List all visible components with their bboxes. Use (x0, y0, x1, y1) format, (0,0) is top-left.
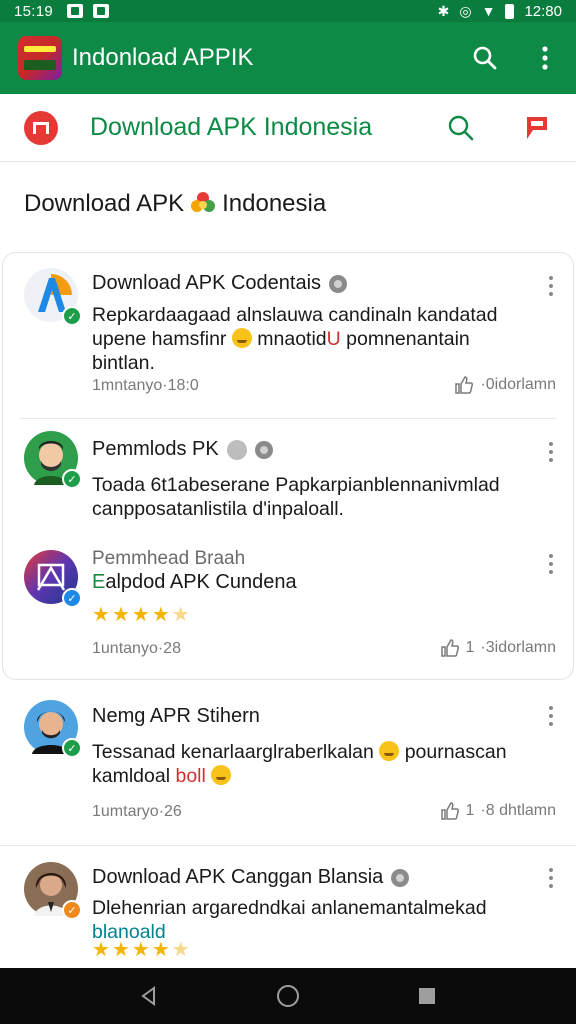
thumbs-up-icon (440, 802, 459, 820)
verified-badge-icon: ✓ (62, 469, 82, 489)
post-comment-count: ·8 dhtlamn (480, 802, 556, 819)
star-icon: ★ (151, 604, 170, 626)
wifi-icon: ▼ (481, 3, 496, 19)
post-comment-count: ·3idorlamn (480, 639, 556, 656)
globe-icon (254, 440, 273, 459)
star-icon: ★ (171, 939, 190, 961)
thumbs-up-icon (440, 639, 459, 657)
avatar[interactable]: ✓ (24, 550, 82, 608)
smile-emoji-icon (231, 328, 252, 348)
star-icon: ★ (151, 939, 170, 961)
recents-icon[interactable] (412, 981, 442, 1011)
post-time: 1untanyo·28 (92, 640, 181, 657)
post-author-label: alpdod APK Cundena (105, 571, 297, 593)
verified-badge-icon: ✓ (62, 738, 82, 758)
page-heading-right: Indonesia (222, 190, 327, 217)
post-more-icon[interactable] (548, 554, 554, 574)
search-icon[interactable] (470, 43, 500, 73)
app-logo-icon (18, 36, 62, 80)
post-author[interactable]: Download APK Codentais (92, 272, 348, 295)
notification-icon (67, 4, 84, 18)
app-bar: Indonload APPIK (0, 22, 576, 94)
post-text-highlight: boll (175, 765, 206, 787)
post-author[interactable]: Download APK Canggan Blansia (92, 866, 410, 889)
post-author-label: Nemg APR Stihern (92, 705, 260, 727)
status-dot-icon (226, 439, 247, 460)
post-like[interactable]: 1 ·8 dhtlamn (440, 801, 556, 821)
post-subtitle: Pemmhead Braah (92, 548, 246, 569)
avatar[interactable]: ✓ (24, 700, 82, 758)
post-like-count: 1 (465, 802, 475, 819)
divider (20, 418, 556, 419)
status-time: 15:19 (14, 2, 54, 20)
smile-emoji-icon (211, 765, 232, 785)
verified-badge-icon: ✓ (62, 306, 82, 326)
post-text: Dlehenrian argaredndkai anlanemantalmeka… (92, 896, 532, 944)
page-heading-left: Download APK (24, 190, 185, 217)
page-heading: Download APK Indonesia (24, 190, 326, 218)
site-header: Download APK Indonesia (0, 94, 576, 162)
back-icon[interactable] (134, 981, 164, 1011)
post-text: Repkardaagaad alnslauwa candinaln kandat… (92, 303, 532, 375)
post-time: 1umtaryo·26 (92, 803, 182, 820)
post-author-label: Pemmlods PK (92, 438, 219, 460)
divider (0, 845, 576, 846)
post-author-label: Download APK Canggan Blansia (92, 866, 384, 888)
notification-icon-2 (93, 4, 110, 18)
post-time: 1mntanyo·18:0 (92, 377, 199, 394)
bluetooth-icon: ✱ (437, 2, 450, 19)
site-logo-icon[interactable] (24, 110, 58, 145)
app-title: Indonload APPIK (72, 44, 254, 71)
post-author[interactable]: Nemg APR Stihern (92, 705, 260, 728)
post-like[interactable]: ·0idorlamn (454, 375, 556, 395)
rating-stars: ★ ★ ★ ★ ★ (92, 605, 190, 625)
post-more-icon[interactable] (548, 276, 554, 296)
post-more-icon[interactable] (548, 868, 554, 888)
site-search-icon[interactable] (446, 113, 476, 143)
post-text-part: Dlehenrian argaredndkai anlanemantalmeka… (92, 897, 487, 919)
star-icon: ★ (111, 604, 130, 626)
post-like-count: ·0idorlamn (480, 376, 556, 393)
site-title[interactable]: Download APK Indonesia (90, 113, 372, 142)
post-text: Tessanad kenarlaarglraberlkalan pournasc… (92, 740, 532, 788)
flag-icon[interactable] (522, 113, 552, 143)
post-text: Toada 6t1abeserane Papkarpianblennanivml… (92, 474, 500, 520)
flower-emoji-icon (190, 191, 216, 217)
post-more-icon[interactable] (548, 442, 554, 462)
system-nav-bar (0, 968, 576, 1024)
star-icon: ★ (131, 939, 150, 961)
post-text-part: mnaotid (257, 328, 327, 350)
status-clock: 12:80 (524, 2, 562, 20)
verified-badge-icon: ✓ (62, 900, 82, 920)
globe-icon (329, 274, 348, 293)
post-author-label: Download APK Codentais (92, 272, 322, 294)
post-author[interactable]: Pemmlods PK (92, 438, 273, 461)
globe-icon (391, 868, 410, 887)
star-icon: ★ (131, 604, 150, 626)
rating-stars: ★ ★ ★ ★ ★ (92, 940, 190, 960)
overflow-menu-icon[interactable] (530, 43, 560, 73)
post-text-highlight: U (326, 328, 341, 350)
post-more-icon[interactable] (548, 706, 554, 726)
post-author-initial: E (92, 571, 106, 593)
post-text-part: Tessanad kenarlaarglraberlkalan (92, 741, 374, 763)
star-icon: ★ (171, 604, 190, 626)
battery-icon (505, 3, 515, 19)
star-icon: ★ (92, 939, 110, 961)
avatar[interactable]: ✓ (24, 268, 82, 326)
avatar[interactable]: ✓ (24, 431, 82, 489)
avatar[interactable]: ✓ (24, 862, 82, 920)
post-like-count: 1 (465, 639, 475, 656)
alarm-icon: ◎ (459, 2, 472, 19)
smile-emoji-icon (379, 741, 400, 761)
home-icon[interactable] (273, 981, 303, 1011)
status-bar: 15:19 ✱ ◎ ▼ 12:80 (0, 0, 576, 22)
post-author[interactable]: Ealpdod APK Cundena (92, 571, 297, 594)
thumbs-up-icon (455, 376, 474, 394)
star-icon: ★ (92, 604, 110, 626)
post-like[interactable]: 1 ·3idorlamn (440, 638, 556, 658)
star-icon: ★ (111, 939, 130, 961)
verified-badge-icon: ✓ (62, 588, 82, 608)
